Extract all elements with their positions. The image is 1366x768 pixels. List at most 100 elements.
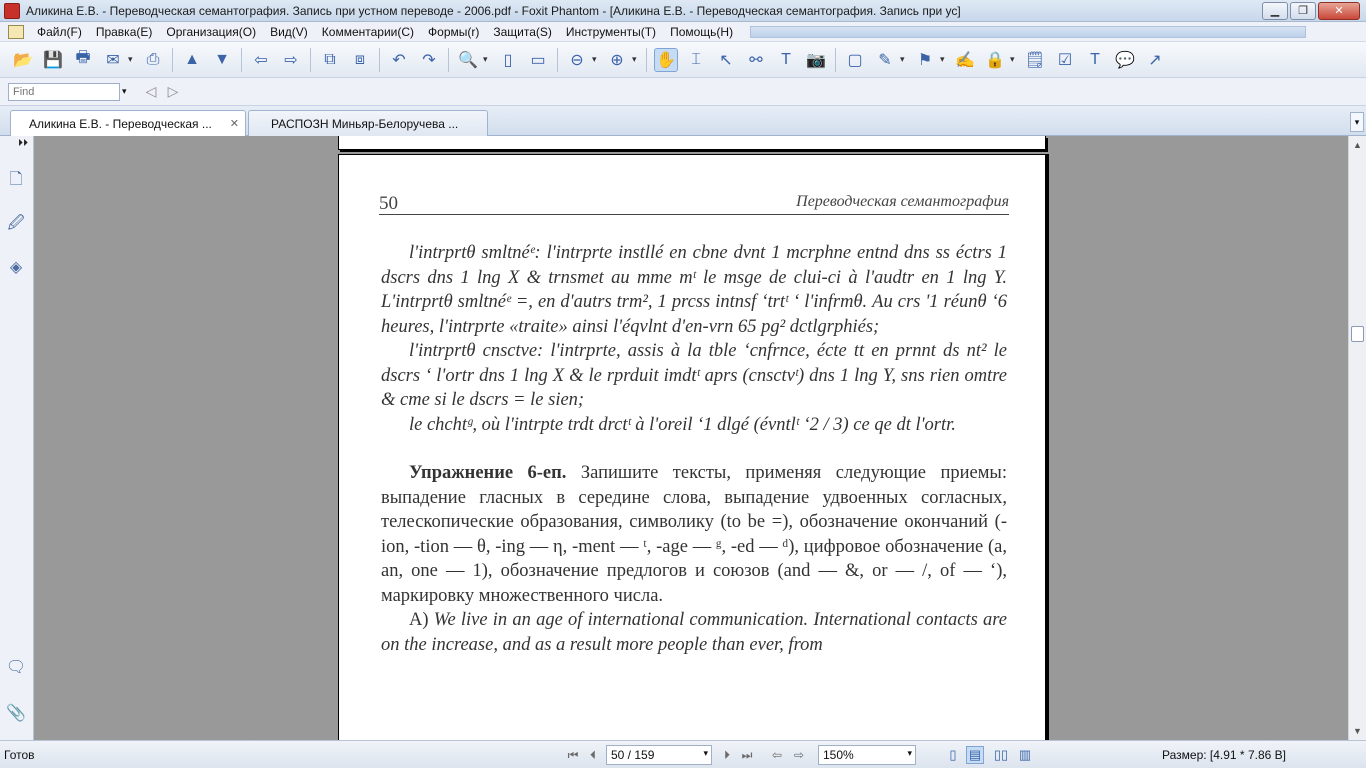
zoom-dropdown-icon[interactable]: ▾ xyxy=(483,54,491,65)
fit-page-icon[interactable]: ▯ xyxy=(496,48,520,72)
previous-page-icon[interactable]: ⏴ xyxy=(584,746,602,764)
next-view-icon[interactable]: ⇨ xyxy=(790,746,808,764)
menu-file[interactable]: Файл(F) xyxy=(30,25,89,39)
textbox-icon[interactable]: ▢ xyxy=(843,48,867,72)
stamp-icon[interactable]: ⚑ xyxy=(913,48,937,72)
vertical-scrollbar[interactable]: ▲ ▼ xyxy=(1348,136,1366,740)
toolbar-separator xyxy=(241,47,242,72)
menu-tools[interactable]: Инструменты(T) xyxy=(559,25,663,39)
redo-icon[interactable]: ↷ xyxy=(417,48,441,72)
zoom-out-icon[interactable]: ⊖ xyxy=(565,48,589,72)
bookmarks-icon[interactable]: 🖉 xyxy=(5,214,27,236)
zoom-out-dropdown-icon[interactable]: ▾ xyxy=(592,54,600,65)
email-icon[interactable]: ✉ xyxy=(101,48,125,72)
menu-forms[interactable]: Формы(r) xyxy=(421,25,486,39)
window-title: Аликина Е.В. - Переводческая семантограф… xyxy=(26,3,961,18)
scroll-down-icon[interactable]: ▼ xyxy=(1353,726,1362,736)
email-dropdown-icon[interactable]: ▾ xyxy=(128,54,136,65)
text-select-icon[interactable]: ⌶ xyxy=(684,48,708,72)
stamp-dropdown-icon[interactable]: ▾ xyxy=(940,54,948,65)
insert-icon[interactable]: ⧈ xyxy=(348,48,372,72)
attachments-icon[interactable]: 📎 xyxy=(5,702,27,724)
page-number-value: 50 / 159 xyxy=(611,748,655,762)
text-note-icon[interactable]: T xyxy=(1083,48,1107,72)
find-input[interactable] xyxy=(8,82,120,101)
page-number-field[interactable]: 50 / 159 ▾ xyxy=(606,745,712,765)
tab-list-dropdown-icon[interactable]: ▾ xyxy=(1350,112,1364,132)
comments-panel-icon[interactable]: 🗨 xyxy=(5,656,27,678)
sign-icon[interactable]: ✍ xyxy=(953,48,977,72)
lock-dropdown-icon[interactable]: ▾ xyxy=(1010,54,1018,65)
hand-tool-icon[interactable]: ✋ xyxy=(654,47,678,72)
find-previous-icon[interactable]: ◁ xyxy=(140,82,162,102)
navigation-panel: ⏵⏵ 🗋 🖉 ◈ 🗨 📎 xyxy=(0,136,34,740)
open-icon[interactable]: 📂 xyxy=(11,48,35,72)
find-next-icon[interactable]: ▷ xyxy=(162,82,184,102)
continuous-view-icon[interactable]: ▤ xyxy=(966,746,984,764)
exercise-text-a: А) We live in an age of international co… xyxy=(381,608,1007,657)
fit-width-icon[interactable]: ▭ xyxy=(526,48,550,72)
toolbar-separator xyxy=(835,47,836,72)
print-icon[interactable]: 🖶 xyxy=(71,48,95,72)
check-note-icon[interactable]: ☑ xyxy=(1053,48,1077,72)
main-toolbar: 📂 💾 🖶 ✉ ▾ ⎙ ▲ ▼ ⇦ ⇨ ⧉ ⧈ ↶ ↷ 🔍 ▾ ▯ ▭ ⊖ ▾ … xyxy=(0,42,1366,78)
find-dropdown-icon[interactable]: ▾ xyxy=(122,86,134,97)
continuous-facing-view-icon[interactable]: ▥ xyxy=(1016,746,1034,764)
typewriter-icon[interactable]: T xyxy=(774,48,798,72)
scroll-up-icon[interactable]: ▲ xyxy=(1353,140,1362,150)
next-page-icon[interactable]: ⏵ xyxy=(718,746,736,764)
page-down-icon[interactable]: ▼ xyxy=(210,48,234,72)
menu-edit[interactable]: Правка(E) xyxy=(89,25,160,39)
zoom-in-dropdown-icon[interactable]: ▾ xyxy=(632,54,640,65)
undo-icon[interactable]: ↶ xyxy=(387,48,411,72)
menu-comments[interactable]: Комментарии(C) xyxy=(315,25,421,39)
save-icon[interactable]: 💾 xyxy=(41,48,65,72)
close-button[interactable]: ✕ xyxy=(1318,1,1360,20)
foxit-app-icon[interactable] xyxy=(4,2,20,19)
menu-view[interactable]: Вид(V) xyxy=(263,25,315,39)
forward-icon[interactable]: ⇨ xyxy=(279,48,303,72)
minimize-button[interactable]: ▁ xyxy=(1262,1,1288,20)
scan-icon[interactable]: ⎙ xyxy=(141,48,165,72)
exercise-title: Упражнение 6-еп. xyxy=(409,463,567,483)
back-icon[interactable]: ⇦ xyxy=(249,48,273,72)
zoom-in-icon[interactable]: ⊕ xyxy=(605,48,629,72)
zoom-field[interactable]: 150% ▾ xyxy=(818,745,916,765)
note-icon[interactable]: 🗒 xyxy=(1023,48,1047,72)
previous-page xyxy=(338,136,1046,150)
extract-icon[interactable]: ⧉ xyxy=(318,48,342,72)
document-menu-icon[interactable] xyxy=(8,24,24,39)
pages-icon[interactable]: 🗋 xyxy=(5,170,27,192)
toolbar-separator xyxy=(310,47,311,72)
binoculars-icon[interactable]: ⚯ xyxy=(744,48,768,72)
tab-alikina[interactable]: Аликина Е.В. - Переводческая ... ✕ xyxy=(10,110,246,136)
comment-icon[interactable]: 💬 xyxy=(1113,48,1137,72)
tab-raspozn[interactable]: РАСПОЗН Миньяр-Белоручева ... xyxy=(248,110,488,136)
page-dropdown-icon[interactable]: ▾ xyxy=(703,748,708,759)
single-page-view-icon[interactable]: ▯ xyxy=(944,746,962,764)
arrow-select-icon[interactable]: ↖ xyxy=(714,48,738,72)
lock-icon[interactable]: 🔒 xyxy=(983,48,1007,72)
restore-button[interactable]: ❐ xyxy=(1290,1,1316,20)
snapshot-icon[interactable]: 📷 xyxy=(804,48,828,72)
scrollbar-thumb[interactable] xyxy=(1351,326,1364,342)
edit-dropdown-icon[interactable]: ▾ xyxy=(900,54,908,65)
edit-icon[interactable]: ✎ xyxy=(873,48,897,72)
page-up-icon[interactable]: ▲ xyxy=(180,48,204,72)
document-viewport[interactable]: 50 Переводческая семантография l'intrprt… xyxy=(34,136,1348,740)
tab-close-icon[interactable]: ✕ xyxy=(230,117,239,130)
zoom-value: 150% xyxy=(823,748,854,762)
status-text: Готов xyxy=(4,748,35,762)
layers-icon[interactable]: ◈ xyxy=(5,256,27,278)
last-page-icon[interactable]: ⏭ xyxy=(738,746,756,764)
facing-view-icon[interactable]: ▯▯ xyxy=(992,746,1010,764)
zoom-icon[interactable]: 🔍 xyxy=(456,48,480,72)
collapse-panel-icon[interactable]: ⏵⏵ xyxy=(18,138,28,149)
first-page-icon[interactable]: ⏮ xyxy=(564,746,582,764)
menu-organize[interactable]: Организация(O) xyxy=(159,25,263,39)
menu-help[interactable]: Помощь(H) xyxy=(663,25,740,39)
arrow-tool-icon[interactable]: ↗ xyxy=(1143,48,1167,72)
menu-protect[interactable]: Защита(S) xyxy=(486,25,559,39)
previous-view-icon[interactable]: ⇦ xyxy=(768,746,786,764)
zoom-dropdown-icon[interactable]: ▾ xyxy=(907,748,912,759)
